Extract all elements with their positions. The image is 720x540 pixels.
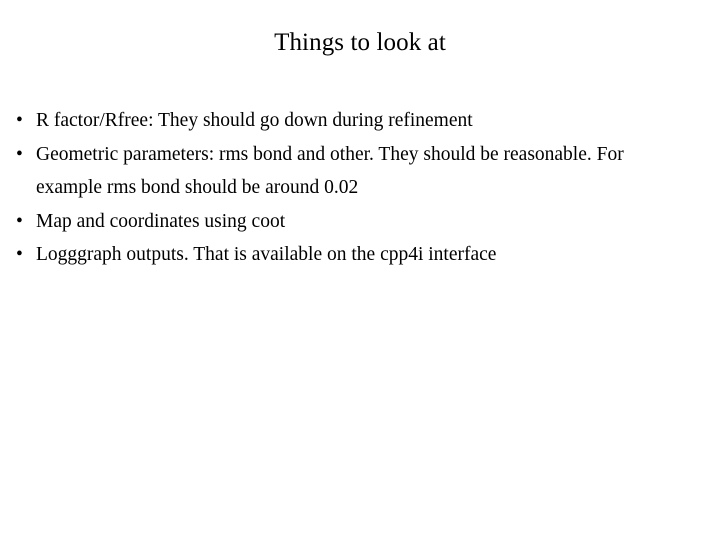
list-item: • R factor/Rfree: They should go down du… <box>14 104 674 138</box>
list-item-label: Logggraph outputs. That is available on … <box>36 244 497 265</box>
list-item: • Map and coordinates using coot <box>14 205 674 239</box>
slide-canvas: Things to look at • R factor/Rfree: They… <box>0 0 720 540</box>
list-item-label: R factor/Rfree: They should go down duri… <box>36 110 473 131</box>
page-title: Things to look at <box>274 29 446 56</box>
bullet-list: • R factor/Rfree: They should go down du… <box>14 104 674 272</box>
bullet-point-icon: • <box>16 143 23 165</box>
bullet-point-icon: • <box>16 210 23 232</box>
bullet-point-icon: • <box>16 244 23 265</box>
list-item: • Logggraph outputs. That is available o… <box>14 238 674 272</box>
list-item-label: Geometric parameters: rms bond and other… <box>36 143 624 199</box>
list-item: • Geometric parameters: rms bond and oth… <box>14 138 674 205</box>
bullet-point-icon: • <box>16 110 23 131</box>
list-item-label: Map and coordinates using coot <box>36 210 286 232</box>
